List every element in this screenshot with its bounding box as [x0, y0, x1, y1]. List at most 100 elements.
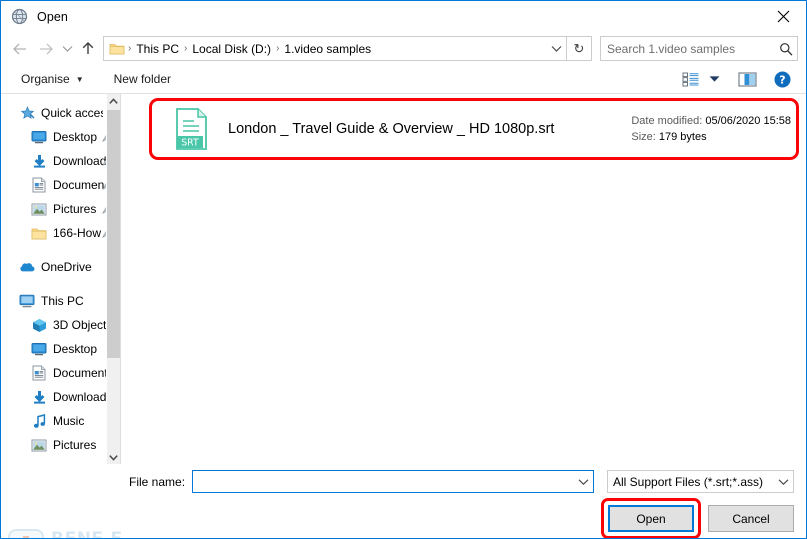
new-folder-button[interactable]: New folder: [108, 70, 177, 88]
chevron-up-icon[interactable]: [107, 94, 120, 108]
file-name-input[interactable]: [192, 470, 594, 493]
sidebar-item-label: Downloads: [53, 390, 113, 404]
this-pc-icon: [19, 293, 35, 309]
breadcrumb-dropdown-icon[interactable]: [546, 38, 566, 59]
chevron-down-icon: ▼: [75, 74, 84, 84]
close-icon[interactable]: [760, 1, 806, 31]
search-icon: [775, 42, 797, 56]
preview-pane-icon[interactable]: [734, 68, 760, 90]
help-icon[interactable]: ?: [769, 68, 795, 90]
arrow-up-icon[interactable]: [76, 36, 100, 62]
globe-icon: [11, 8, 28, 25]
sidebar-item-this-pc[interactable]: This PC: [1, 289, 120, 313]
organise-button[interactable]: Organise ▼: [15, 70, 90, 88]
sidebar-item-label: 3D Objects: [53, 318, 113, 332]
dialog-body: Quick access Desktop Download Documen Pictur…: [1, 94, 806, 464]
view-dropdown-icon[interactable]: [705, 68, 723, 90]
rene-e-laboratory-watermark: RENE.E Laboratory: [6, 524, 128, 539]
watermark-brand: RENE.E: [51, 528, 123, 539]
sidebar-item-3d-objects[interactable]: 3D Objects: [1, 313, 120, 337]
sidebar-scrollbar-thumb[interactable]: [107, 110, 120, 358]
pictures-icon: [31, 437, 47, 453]
date-modified-label: Date modified:: [631, 114, 703, 127]
navigation-sidebar: Quick access Desktop Download Documen Pictur…: [1, 94, 120, 464]
desktop-icon: [31, 341, 47, 357]
window-title: Open: [37, 9, 68, 24]
sidebar-item-music[interactable]: Music: [1, 409, 120, 433]
sidebar-item-desktop[interactable]: Desktop: [1, 337, 120, 361]
sidebar-item-label: Quick access: [41, 106, 103, 120]
footer-buttons: Open Cancel: [601, 498, 794, 538]
navigation-bar: › This PC › Local Disk (D:) › 1.video sa…: [1, 32, 806, 65]
date-modified-value: 05/06/2020 15:58: [705, 114, 791, 127]
recent-locations-icon[interactable]: [59, 36, 76, 62]
file-list[interactable]: SRT London _ Travel Guide & Overview _ H…: [120, 94, 806, 464]
arrow-right-icon[interactable]: [33, 36, 59, 62]
documents-icon: [31, 365, 47, 381]
sidebar-item-label: Download: [53, 154, 107, 168]
svg-text:SRT: SRT: [181, 137, 199, 148]
refresh-icon[interactable]: ↻: [567, 36, 592, 61]
chevron-down-icon[interactable]: [773, 478, 793, 486]
view-layout-icon[interactable]: [677, 68, 703, 90]
pictures-icon: [31, 201, 47, 217]
sidebar-item-onedrive[interactable]: OneDrive: [1, 255, 120, 279]
dialog-footer: File name: All Support Files (*.srt;*.as…: [1, 464, 806, 539]
sidebar-item-quick-access[interactable]: Quick access: [1, 101, 120, 125]
sidebar-item-desktop[interactable]: Desktop: [1, 125, 120, 149]
arrow-left-icon[interactable]: [7, 36, 33, 62]
sidebar-item-label: Music: [53, 414, 85, 428]
toolbar-right-group: ?: [677, 68, 806, 90]
search-placeholder: Search 1.video samples: [607, 41, 736, 56]
open-file-dialog: Open › This PC › Local Disk (D:) › 1.vid…: [0, 0, 807, 539]
search-input[interactable]: Search 1.video samples: [600, 36, 798, 61]
music-icon: [31, 413, 47, 429]
organise-label: Organise: [21, 72, 70, 86]
documents-icon: [31, 177, 47, 193]
breadcrumb-item-this-pc[interactable]: This PC: [132, 42, 183, 56]
size-value: 179 bytes: [658, 130, 707, 143]
breadcrumb-item-local-disk[interactable]: Local Disk (D:): [188, 42, 275, 56]
sidebar-item-downloads[interactable]: Downloads: [1, 385, 120, 409]
breadcrumb[interactable]: › This PC › Local Disk (D:) › 1.video sa…: [103, 36, 567, 61]
sidebar-item-documen[interactable]: Documen: [1, 173, 120, 197]
onedrive-icon: [19, 259, 35, 275]
sidebar-item-label: 166-How: [53, 226, 102, 240]
open-button[interactable]: Open: [608, 505, 694, 532]
download-icon: [31, 389, 47, 405]
breadcrumb-item-video-samples[interactable]: 1.video samples: [280, 42, 375, 56]
sidebar-item-download[interactable]: Download: [1, 149, 120, 173]
title-bar: Open: [1, 1, 806, 32]
sidebar-item-documents[interactable]: Documents: [1, 361, 120, 385]
3d-objects-icon: [31, 317, 47, 333]
file-type-filter-select[interactable]: All Support Files (*.srt;*.ass): [607, 470, 794, 493]
sidebar-item-label: Desktop: [53, 130, 98, 144]
file-name-field-label: File name:: [129, 474, 186, 489]
size-label: Size:: [631, 130, 656, 143]
sidebar-item-pictures[interactable]: Pictures: [1, 197, 120, 221]
command-toolbar: Organise ▼ New folder ?: [1, 65, 806, 94]
sidebar-item-label: Documen: [53, 178, 105, 192]
folder-icon: [31, 225, 47, 241]
chevron-down-icon[interactable]: [107, 450, 120, 464]
file-name-label: London _ Travel Guide & Overview _ HD 10…: [228, 120, 555, 137]
sidebar-scrollbar[interactable]: [106, 94, 120, 464]
download-icon: [31, 153, 47, 169]
sidebar-item-label: OneDrive: [41, 260, 92, 274]
list-item[interactable]: SRT London _ Travel Guide & Overview _ H…: [139, 102, 796, 155]
sidebar-item-pictures[interactable]: Pictures: [1, 433, 120, 457]
svg-text:?: ?: [779, 73, 785, 86]
chevron-down-icon[interactable]: [573, 478, 593, 486]
sidebar-item-label: Pictures: [53, 202, 97, 216]
folder-icon: [109, 42, 125, 55]
file-type-filter-value: All Support Files (*.srt;*.ass): [613, 474, 764, 489]
srt-file-icon: SRT: [172, 107, 212, 151]
file-metadata: Date modified: 05/06/2020 15:58 Size: 17…: [631, 113, 791, 145]
sidebar-item-label: This PC: [41, 294, 84, 308]
sidebar-item-label: Desktop: [53, 342, 98, 356]
watermark-text: RENE.E Laboratory: [51, 528, 123, 539]
open-button-wrapper: Open: [601, 498, 701, 538]
sidebar-item-label: Documents: [53, 366, 114, 380]
cancel-button[interactable]: Cancel: [708, 505, 794, 532]
sidebar-item-166-how[interactable]: 166-How: [1, 221, 120, 245]
